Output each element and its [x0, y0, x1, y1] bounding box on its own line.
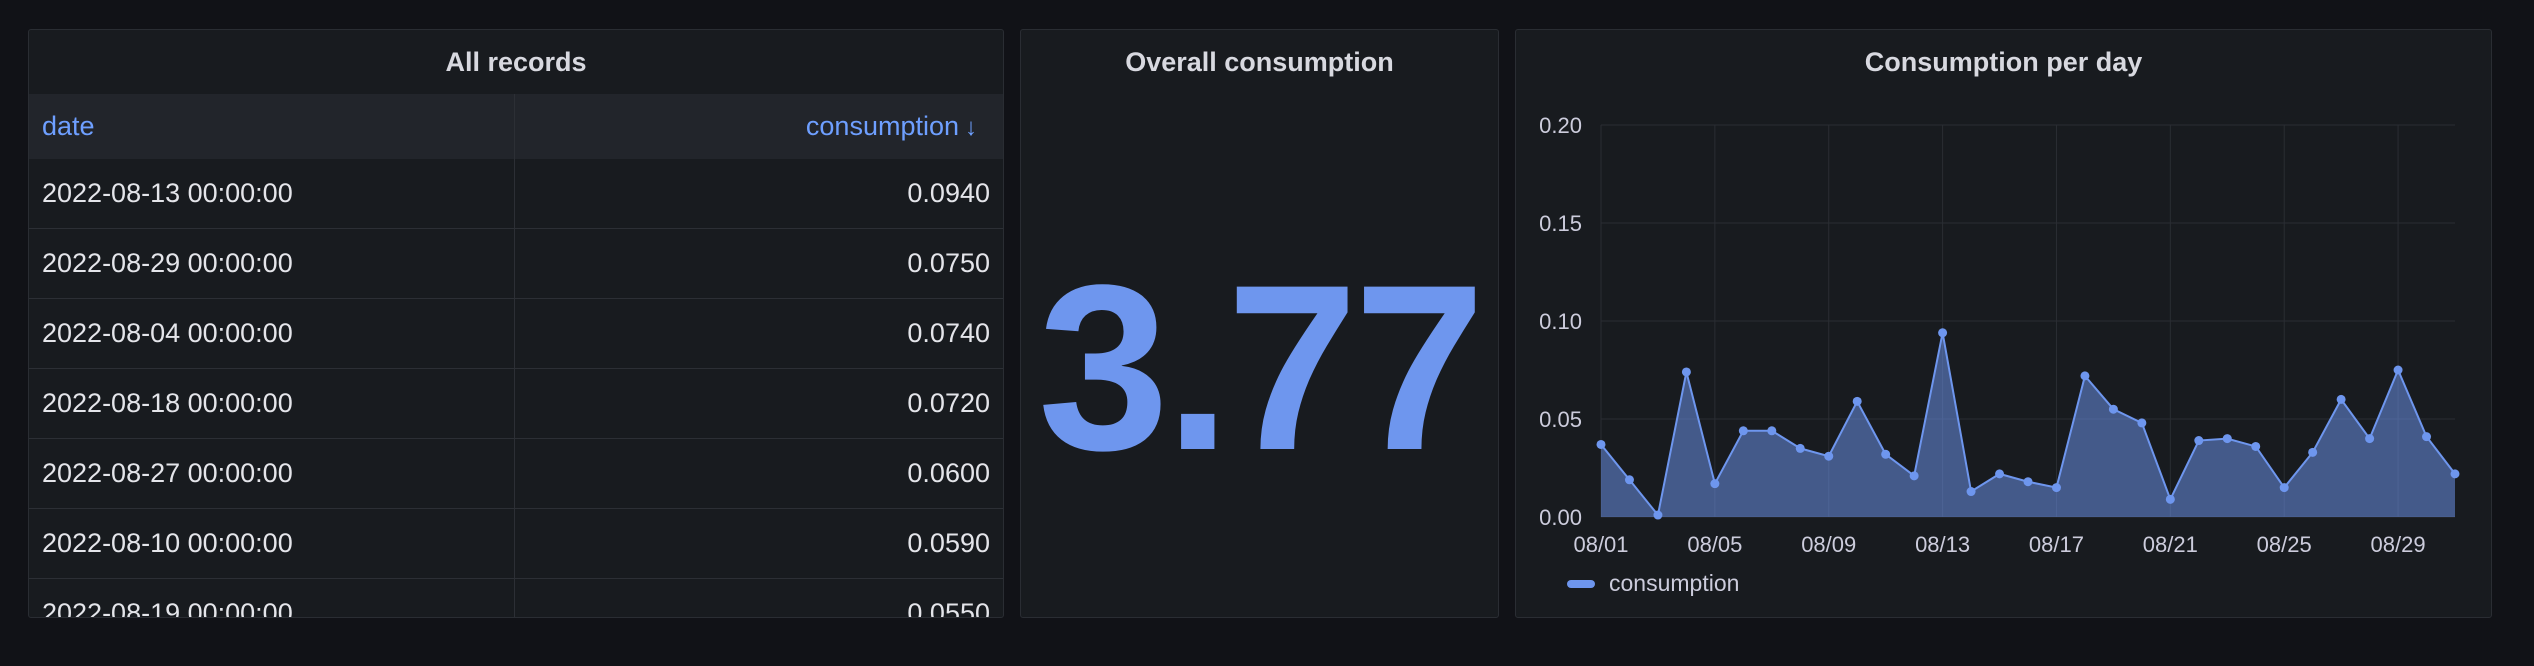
cell-date: 2022-08-29 00:00:00 — [29, 229, 515, 298]
cell-consumption: 0.0590 — [907, 528, 990, 558]
cell-date: 2022-08-10 00:00:00 — [29, 509, 515, 578]
legend-label: consumption — [1609, 570, 1740, 596]
cell-date: 2022-08-04 00:00:00 — [29, 299, 515, 368]
data-point — [1653, 510, 1663, 520]
x-tick-label: 08/09 — [1801, 532, 1856, 557]
data-point — [2222, 434, 2232, 444]
cell-consumption: 0.0740 — [907, 318, 990, 348]
data-point — [2194, 436, 2204, 446]
column-header-label: consumption — [805, 111, 959, 141]
table-header: date consumption ↓ — [29, 94, 1003, 159]
cell-consumption: 0.0750 — [907, 248, 990, 278]
x-tick-label: 08/21 — [2143, 532, 2198, 557]
data-point — [2450, 469, 2460, 479]
panel-title: All records — [445, 47, 587, 77]
data-point — [2051, 483, 2061, 493]
data-point — [1938, 328, 1948, 338]
cell-date: 2022-08-19 00:00:00 — [29, 579, 515, 617]
column-header-label: date — [42, 111, 95, 141]
data-point — [2308, 447, 2318, 457]
time-series-chart: 0.00 0.05 0.10 0.15 0.20 08/01 08/05 08/09 08/13… — [1539, 113, 2460, 557]
data-point — [2165, 494, 2175, 504]
data-point — [1795, 443, 1805, 453]
table-row: 2022-08-13 00:00:00 0.0940 — [29, 159, 1003, 229]
x-tick-label: 08/05 — [1687, 532, 1742, 557]
data-point — [2279, 483, 2289, 493]
data-point — [1909, 471, 1919, 481]
x-tick-label: 08/01 — [1573, 532, 1628, 557]
table-row: 2022-08-27 00:00:00 0.0600 — [29, 439, 1003, 509]
data-point — [2365, 434, 2375, 444]
data-point — [2336, 394, 2346, 404]
table-row: 2022-08-04 00:00:00 0.0740 — [29, 299, 1003, 369]
data-point — [2251, 441, 2261, 451]
x-tick-label: 08/29 — [2371, 532, 2426, 557]
data-point — [1681, 367, 1691, 377]
table-body: 2022-08-13 00:00:00 0.0940 2022-08-29 00:0… — [29, 159, 1003, 618]
cell-consumption: 0.0720 — [907, 388, 990, 418]
y-tick-label: 0.15 — [1539, 211, 1582, 236]
data-point — [2023, 477, 2033, 487]
data-point — [2422, 432, 2432, 442]
table-row: 2022-08-18 00:00:00 0.0720 — [29, 369, 1003, 439]
y-tick-label: 0.10 — [1539, 309, 1582, 334]
table-row: 2022-08-10 00:00:00 0.0590 — [29, 509, 1003, 579]
data-point — [1995, 469, 2005, 479]
data-point — [2080, 371, 2090, 381]
panel-title: Overall consumption — [1125, 47, 1394, 77]
overall-consumption-panel: Overall consumption 3.77 — [1020, 29, 1499, 618]
chart-legend[interactable]: consumption — [1567, 570, 1739, 597]
records-table: date consumption ↓ 2022-08-13 00:00:00 0.0… — [29, 94, 1003, 617]
data-point — [1966, 487, 1976, 497]
cell-consumption: 0.0940 — [907, 178, 990, 208]
data-point — [2393, 365, 2403, 375]
data-point — [1738, 426, 1748, 436]
arrow-down-icon: ↓ — [965, 114, 977, 142]
column-header-date[interactable]: date — [29, 94, 515, 159]
all-records-panel: All records date consumption ↓ 2022-08-13… — [28, 29, 1004, 618]
cell-date: 2022-08-13 00:00:00 — [29, 159, 515, 228]
data-point — [1852, 396, 1862, 406]
data-point — [1596, 439, 1606, 449]
data-point — [2137, 418, 2147, 428]
legend-swatch — [1567, 579, 1595, 588]
column-header-consumption[interactable]: consumption ↓ — [515, 94, 1003, 159]
table-row: 2022-08-19 00:00:00 0.0550 — [29, 579, 1003, 618]
data-point — [2108, 404, 2118, 414]
cell-date: 2022-08-27 00:00:00 — [29, 439, 515, 508]
stat-value: 3.77 — [1037, 236, 1485, 500]
y-tick-label: 0.00 — [1539, 505, 1582, 530]
cell-consumption: 0.0550 — [907, 598, 990, 618]
x-tick-label: 08/25 — [2257, 532, 2312, 557]
table-row: 2022-08-29 00:00:00 0.0750 — [29, 229, 1003, 299]
x-tick-label: 08/13 — [1915, 532, 1970, 557]
data-point — [1767, 426, 1777, 436]
data-point — [1624, 475, 1634, 485]
consumption-per-day-panel: Consumption per day 0.00 0.05 0.10 0.15 0.20… — [1515, 29, 2492, 618]
y-tick-label: 0.05 — [1539, 407, 1582, 432]
cell-date: 2022-08-18 00:00:00 — [29, 369, 515, 438]
data-point — [1824, 451, 1834, 461]
data-point — [1710, 479, 1720, 489]
x-tick-label: 08/17 — [2029, 532, 2084, 557]
data-point — [1881, 449, 1891, 459]
cell-consumption: 0.0600 — [907, 458, 990, 488]
y-tick-label: 0.20 — [1539, 113, 1582, 138]
